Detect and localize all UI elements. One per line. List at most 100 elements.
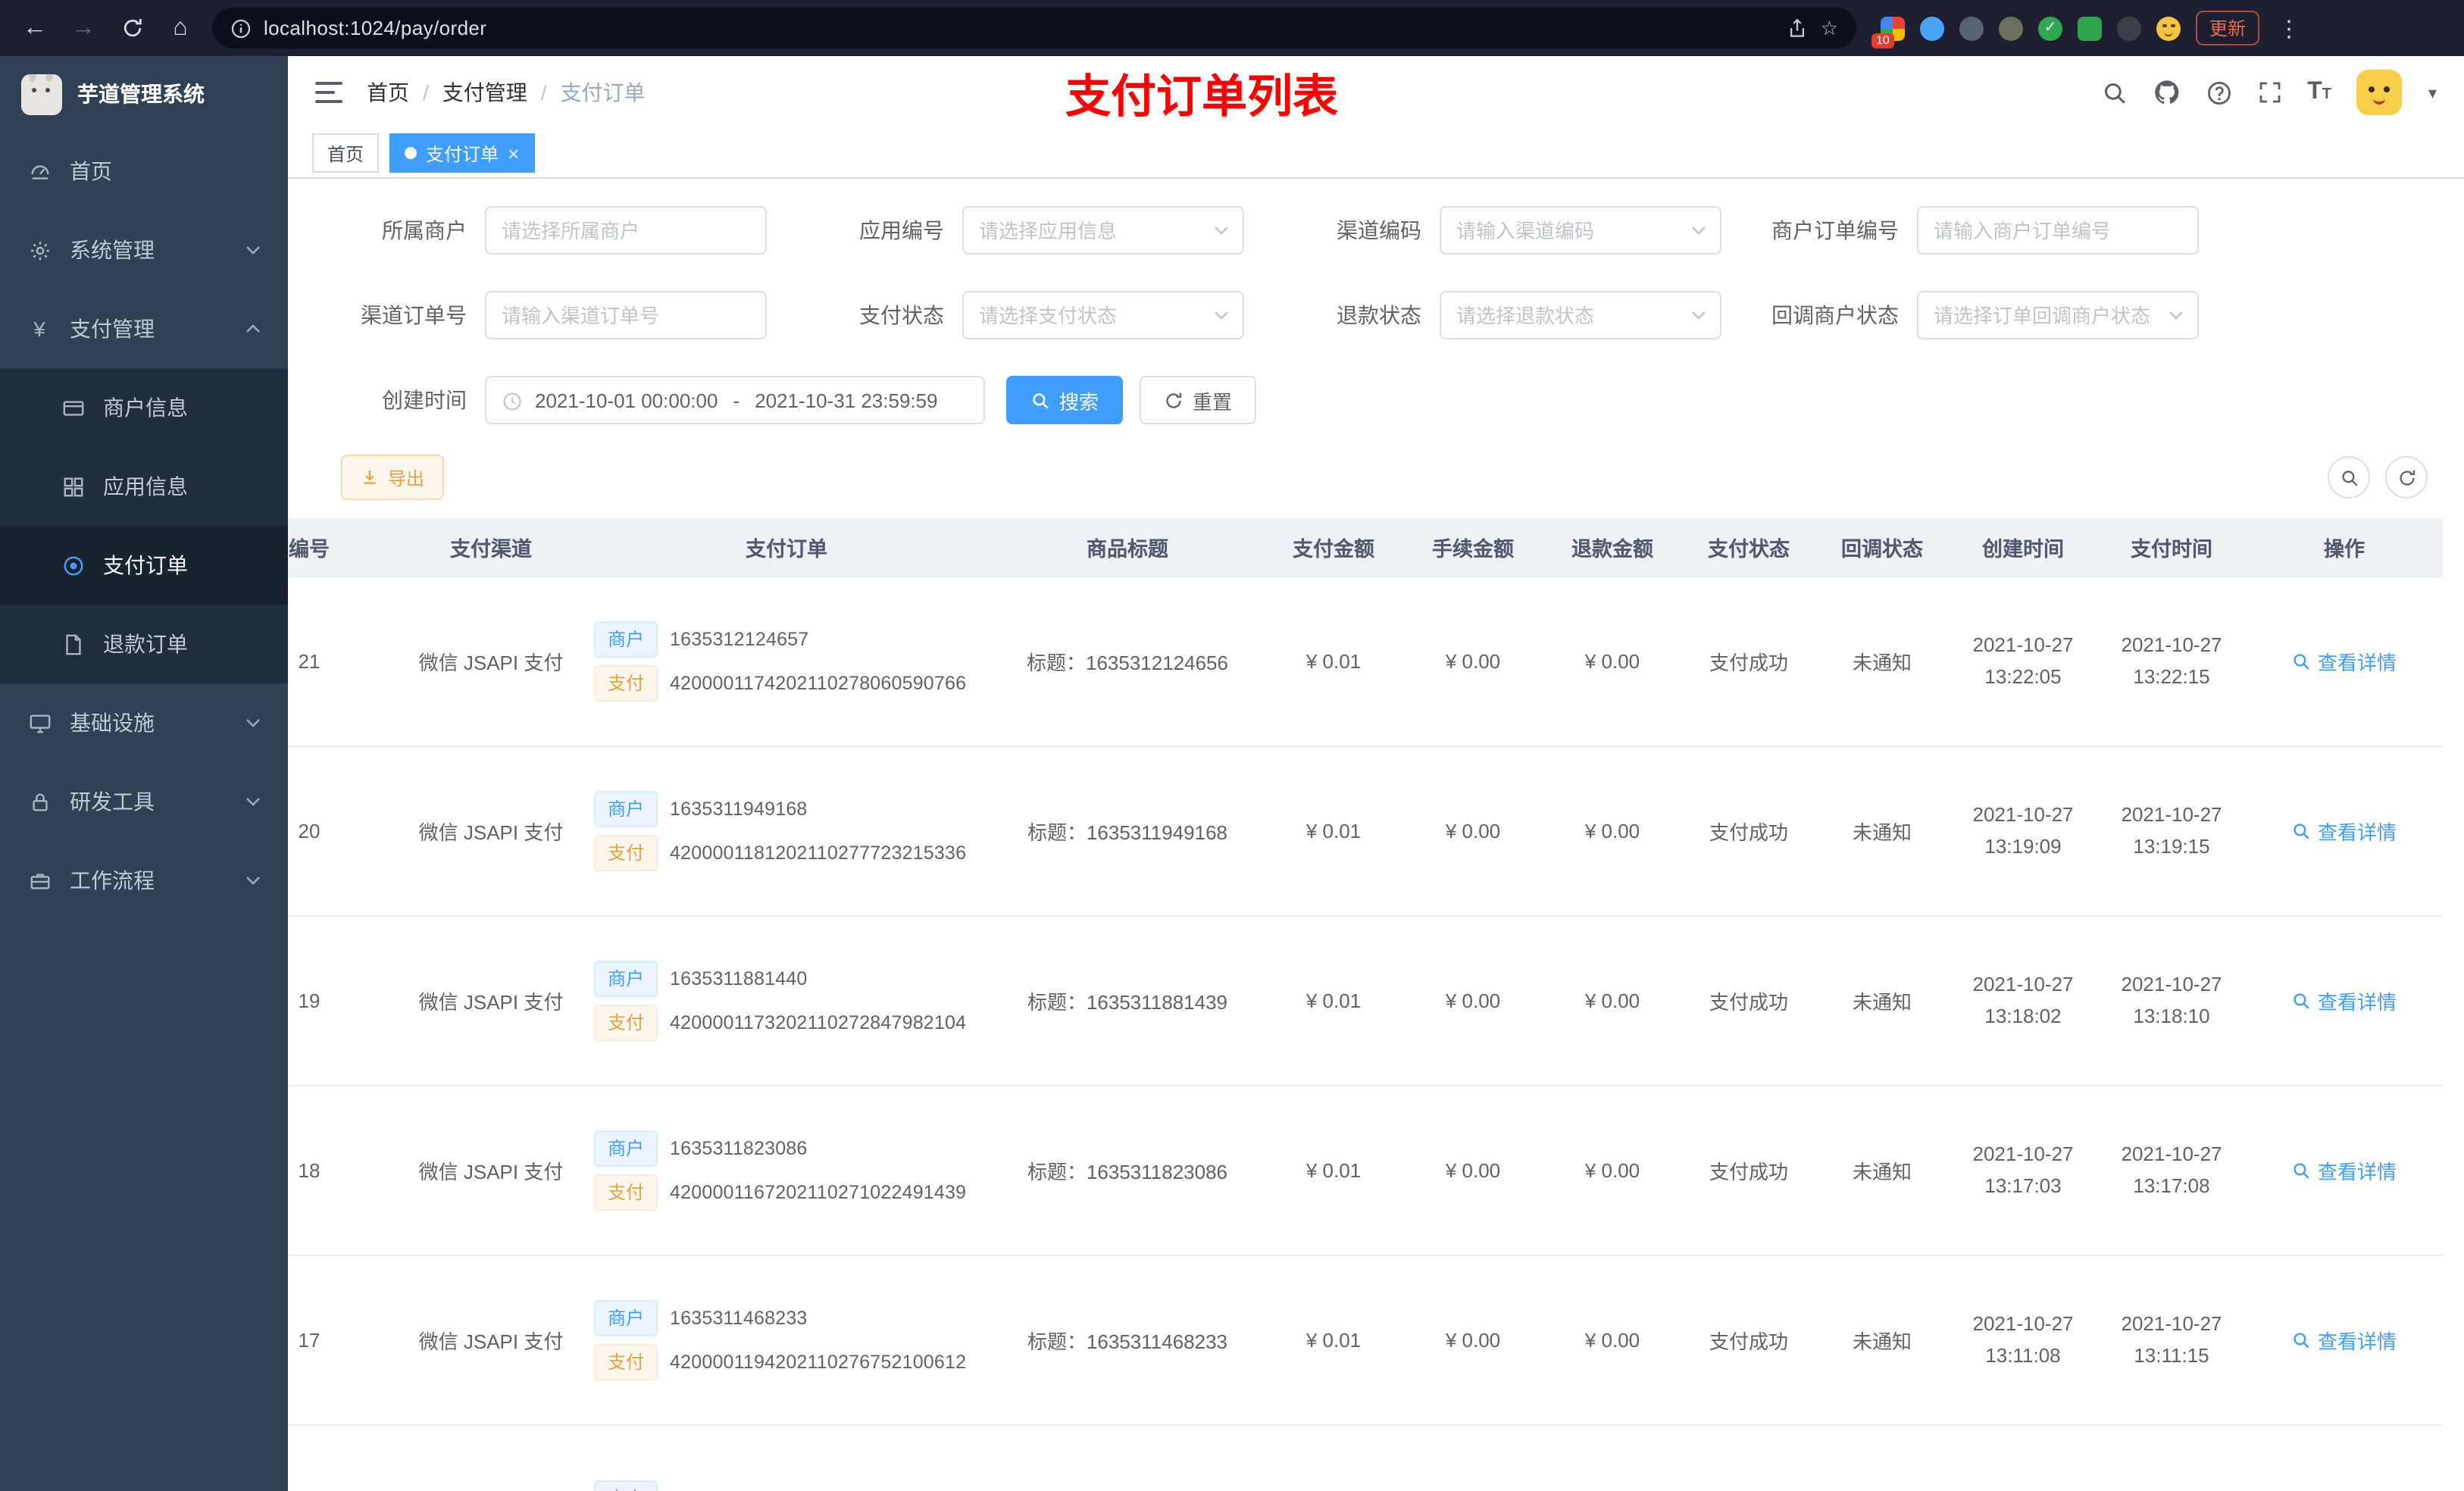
share-icon[interactable] bbox=[1787, 16, 1809, 39]
pay-order-page: 所属商户 应用编号 渠道编码 bbox=[288, 179, 2464, 1491]
table-row: 18 微信 JSAPI 支付 商户 1635311823086 支付 42000… bbox=[288, 1085, 2443, 1255]
date-end[interactable]: 2021-10-31 23:59:59 bbox=[755, 389, 937, 411]
site-info-icon[interactable] bbox=[230, 16, 252, 39]
extension-green-square-icon[interactable] bbox=[2078, 16, 2102, 40]
extension-dark-icon[interactable] bbox=[2117, 16, 2141, 40]
extension-puzzle-icon[interactable]: 10 bbox=[1871, 16, 1905, 48]
extension-emoji-icon[interactable] bbox=[2156, 16, 2181, 40]
extension-check-icon[interactable]: ✓ bbox=[2038, 16, 2062, 40]
cell-title: 标题：1635311468233 bbox=[991, 1255, 1264, 1425]
cell-refund-amount: ¥ 0.00 bbox=[1543, 1085, 1682, 1255]
main-layout: 芋道管理系统 首页 系统管理 ¥ 支付管理 商户信息 应用信息 支付订单 退款订… bbox=[0, 56, 2464, 1491]
address-bar[interactable]: localhost:1024/pay/order ☆ bbox=[212, 8, 1856, 48]
breadcrumb-payment[interactable]: 支付管理 bbox=[442, 77, 527, 108]
cell-channel: 微信 JSAPI 支付 bbox=[400, 1085, 582, 1255]
sidebar-item-system[interactable]: 系统管理 bbox=[0, 211, 288, 289]
sidebar-item-app-info[interactable]: 应用信息 bbox=[0, 447, 288, 526]
merchant-select[interactable] bbox=[485, 206, 767, 255]
merchant-input[interactable] bbox=[502, 219, 750, 242]
view-detail-link[interactable]: 查看详情 bbox=[2292, 646, 2397, 675]
merchant-tag: 商户 bbox=[594, 1130, 658, 1166]
app-logo[interactable]: 芋道管理系统 bbox=[0, 56, 288, 132]
back-icon[interactable]: ← bbox=[18, 11, 52, 45]
refund-status-input[interactable] bbox=[1456, 304, 1705, 327]
chevron-down-icon bbox=[2169, 311, 2183, 320]
chevron-down-icon bbox=[246, 246, 260, 255]
bookmark-star-icon[interactable]: ☆ bbox=[1821, 16, 1838, 40]
date-start[interactable]: 2021-10-01 00:00:00 bbox=[535, 389, 718, 411]
channel-order-no-input[interactable] bbox=[502, 304, 750, 327]
tab-pay-order[interactable]: 支付订单 × bbox=[389, 133, 535, 173]
fullscreen-icon[interactable] bbox=[2257, 80, 2281, 105]
breadcrumb-home[interactable]: 首页 bbox=[367, 77, 409, 108]
view-detail-link[interactable]: 查看详情 bbox=[2292, 1155, 2397, 1184]
forward-icon[interactable]: → bbox=[67, 11, 100, 45]
extension-olive-icon[interactable] bbox=[1999, 16, 2023, 40]
notify-status-select[interactable] bbox=[1917, 291, 2199, 339]
refund-status-select[interactable] bbox=[1440, 291, 1721, 339]
merchant-order-no-input[interactable] bbox=[1934, 219, 2182, 242]
browser-menu-icon[interactable]: ⋮ bbox=[2275, 14, 2303, 42]
cell-notify-status: 未通知 bbox=[1815, 915, 1949, 1086]
merchant-tag: 商户 bbox=[594, 790, 658, 827]
caret-down-icon[interactable]: ▾ bbox=[2428, 83, 2437, 102]
cell-notify-status: 未通知 bbox=[1815, 1255, 1949, 1425]
create-time-range-picker[interactable]: 2021-10-01 00:00:00 - 2021-10-31 23:59:5… bbox=[485, 376, 985, 424]
help-icon[interactable] bbox=[2206, 80, 2231, 105]
app-id-input[interactable] bbox=[979, 219, 1227, 242]
toggle-search-icon[interactable] bbox=[2328, 456, 2370, 499]
sidebar-item-dev-tools[interactable]: 研发工具 bbox=[0, 762, 288, 841]
sidebar-item-pay-order[interactable]: 支付订单 bbox=[0, 526, 288, 605]
sidebar-item-home[interactable]: 首页 bbox=[0, 132, 288, 211]
sidebar-item-infrastructure[interactable]: 基础设施 bbox=[0, 683, 288, 762]
reset-button[interactable]: 重置 bbox=[1140, 376, 1257, 424]
merchant-order-no-field[interactable] bbox=[1917, 206, 2199, 255]
navbar-actions: TT ▾ bbox=[2101, 70, 2437, 115]
hamburger-icon[interactable] bbox=[315, 82, 342, 103]
cell-id: 20 bbox=[288, 746, 400, 916]
page-title: 支付订单列表 bbox=[1065, 73, 1338, 123]
cell-pay-amount: ¥ 0.01 bbox=[1264, 746, 1403, 916]
sidebar-item-payment[interactable]: ¥ 支付管理 bbox=[0, 289, 288, 368]
notify-status-input[interactable] bbox=[1934, 304, 2182, 327]
update-button[interactable]: 更新 bbox=[2196, 11, 2260, 45]
pay-tag: 支付 bbox=[594, 664, 658, 701]
refresh-icon[interactable] bbox=[115, 11, 149, 45]
chevron-down-icon bbox=[1215, 227, 1228, 235]
card-icon bbox=[61, 395, 85, 420]
pay-status-select[interactable] bbox=[962, 291, 1244, 339]
merchant-tag: 商户 bbox=[594, 620, 658, 657]
lock-icon bbox=[27, 789, 52, 814]
sidebar-item-refund-order[interactable]: 退款订单 bbox=[0, 605, 288, 683]
close-tab-icon[interactable]: × bbox=[508, 143, 519, 163]
tab-home[interactable]: 首页 bbox=[312, 133, 380, 173]
chevron-down-icon bbox=[246, 719, 260, 727]
github-icon[interactable] bbox=[2153, 79, 2180, 106]
cell-create-time: 2021-10-27 13:18:02 bbox=[1949, 915, 2097, 1086]
refresh-table-icon[interactable] bbox=[2385, 456, 2428, 499]
logo-avatar bbox=[21, 73, 62, 114]
search-icon[interactable] bbox=[2101, 80, 2127, 105]
channel-order-no-field[interactable] bbox=[485, 291, 767, 339]
view-detail-link[interactable]: 查看详情 bbox=[2292, 986, 2397, 1014]
export-button[interactable]: 导出 bbox=[341, 455, 445, 500]
cell-create-time: 2021-10-27 13:17:03 bbox=[1949, 1085, 2097, 1255]
app-id-select[interactable] bbox=[962, 206, 1244, 255]
url-text: localhost:1024/pay/order bbox=[264, 17, 487, 39]
font-size-icon[interactable]: TT bbox=[2307, 80, 2331, 105]
extension-gray-icon[interactable] bbox=[1959, 16, 1984, 40]
pay-status-input[interactable] bbox=[979, 304, 1227, 327]
channel-code-input[interactable] bbox=[1456, 219, 1705, 242]
sidebar-item-merchant-info[interactable]: 商户信息 bbox=[0, 368, 288, 447]
avatar[interactable] bbox=[2356, 70, 2403, 115]
table-header-row: 编号 支付渠道 支付订单 商品标题 支付金额 手续金额 退款金额 支付状态 回调… bbox=[288, 518, 2443, 577]
merchant-tag: 商户 bbox=[594, 960, 658, 996]
channel-code-select[interactable] bbox=[1440, 206, 1721, 255]
home-icon[interactable]: ⌂ bbox=[164, 11, 197, 45]
view-detail-link[interactable]: 查看详情 bbox=[2292, 1325, 2397, 1354]
bullseye-icon bbox=[61, 553, 85, 577]
search-button[interactable]: 搜索 bbox=[1006, 376, 1124, 424]
view-detail-link[interactable]: 查看详情 bbox=[2292, 816, 2397, 845]
extension-drop-icon[interactable] bbox=[1920, 16, 1944, 40]
sidebar-item-workflow[interactable]: 工作流程 bbox=[0, 841, 288, 920]
